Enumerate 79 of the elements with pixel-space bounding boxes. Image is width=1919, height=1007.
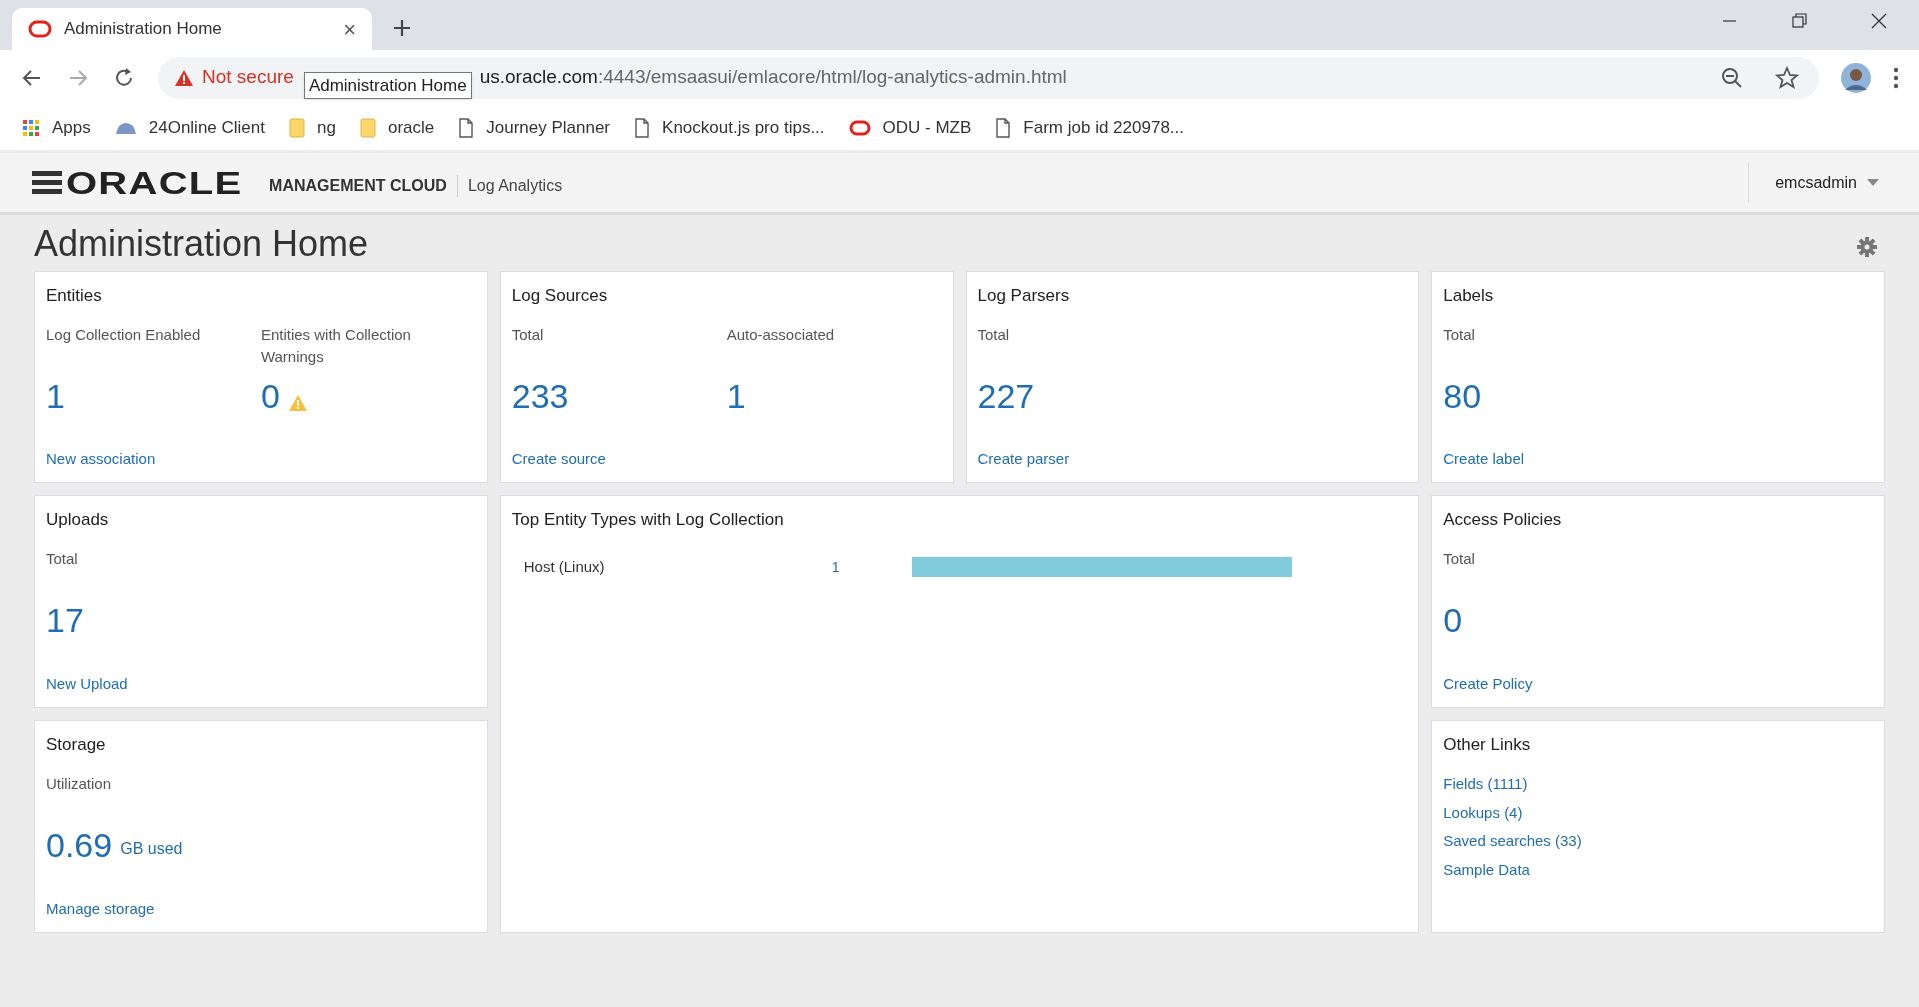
- metric-value: 227: [977, 376, 1035, 416]
- card-link[interactable]: New Upload: [46, 672, 128, 695]
- product-brand: MANAGEMENT CLOUD: [269, 175, 447, 196]
- url-text: us.oracle.com:4443/emsaasui/emlacore/html/log-analytics-admin.html: [479, 65, 1067, 90]
- page-icon: [458, 117, 475, 138]
- card-link[interactable]: Create label: [1443, 447, 1525, 470]
- oracle-logo: ORACLE: [66, 166, 243, 199]
- card-title: Labels: [1443, 285, 1495, 307]
- metric-label: Total: [1443, 325, 1476, 345]
- card-link[interactable]: New association: [46, 447, 156, 470]
- card-title: Access Policies: [1443, 509, 1563, 531]
- bookmark-item[interactable]: 24Online Client: [114, 114, 265, 141]
- settings-icon[interactable]: [1857, 237, 1877, 257]
- metric-label: Log Collection Enabled: [46, 325, 202, 345]
- avatar-icon[interactable]: [1841, 62, 1871, 93]
- ring-logo-icon: [28, 20, 52, 38]
- page-title: Administration Home: [34, 222, 370, 266]
- card-link[interactable]: Create Policy: [1443, 672, 1533, 695]
- metric-label: Total: [1443, 549, 1476, 569]
- ring-logo-icon: [848, 119, 871, 136]
- metric-value: 1: [46, 376, 65, 416]
- warning-icon: [174, 68, 194, 87]
- other-link[interactable]: Sample Data: [1443, 858, 1530, 881]
- metric-value: 0.69: [46, 825, 113, 865]
- card-title: Storage: [46, 734, 107, 756]
- card-title: Entities: [46, 285, 103, 307]
- new-tab-icon[interactable]: [392, 18, 412, 38]
- tab-close-button[interactable]: ×: [343, 12, 356, 46]
- metric-value: 1: [726, 376, 746, 416]
- browser-tab[interactable]: Administration Home ×: [12, 8, 372, 50]
- card-title: Top Entity Types with Log Collection: [511, 509, 785, 531]
- other-link[interactable]: Saved searches (33): [1443, 830, 1582, 853]
- bookmark-item[interactable]: ODU - MZB: [848, 114, 972, 141]
- metric-unit: GB used: [120, 839, 183, 859]
- page-icon: [995, 117, 1012, 138]
- metric-value: 80: [1443, 376, 1482, 416]
- bookmark-item[interactable]: Farm job id 220978...: [995, 114, 1184, 141]
- metric-value: 0: [260, 376, 280, 416]
- metric-label: Total: [511, 325, 545, 345]
- metric-label: Total: [977, 325, 1011, 345]
- address-field[interactable]: Not secure Administration Home us.oracle.com:4443/emsaasui/emlacore/html/log-analytics-admin.html: [158, 56, 1819, 99]
- metric-label: Auto-associated: [726, 325, 836, 345]
- bookmark-item[interactable]: Apps: [22, 114, 91, 141]
- card-link[interactable]: Manage storage: [46, 897, 155, 920]
- bookmark-item[interactable]: Knockout.js pro tips...: [634, 114, 825, 141]
- zoom-out-icon[interactable]: [1721, 66, 1743, 89]
- metric-label: Entities with Collection Warnings: [260, 325, 412, 367]
- folder-icon: [289, 117, 305, 138]
- metric-value: 17: [46, 600, 84, 640]
- card-title: Log Parsers: [977, 285, 1071, 307]
- card-link[interactable]: Create parser: [977, 447, 1070, 470]
- bookmark-item[interactable]: Journey Planner: [458, 114, 611, 141]
- bookmark-item[interactable]: ng: [289, 114, 336, 141]
- other-link[interactable]: Fields (1111): [1443, 773, 1528, 796]
- tooltip: Administration Home: [303, 71, 472, 100]
- menu-icon[interactable]: [32, 169, 62, 196]
- metric-value: 233: [511, 376, 569, 416]
- star-icon[interactable]: [1775, 65, 1799, 90]
- card-title: Uploads: [46, 509, 110, 531]
- caret-icon: [1867, 178, 1879, 187]
- card-title: Log Sources: [511, 285, 609, 307]
- apps-grid-icon: [22, 118, 40, 137]
- user-menu[interactable]: emcsadmin: [1775, 170, 1879, 195]
- metric-label: Utilization: [46, 774, 113, 794]
- metric-label: Total: [46, 549, 79, 569]
- entity-type-label: Host (Linux): [522, 557, 606, 577]
- card-title: Other Links: [1443, 734, 1532, 756]
- security-status: Not secure: [202, 65, 294, 90]
- card-link[interactable]: Create source: [511, 447, 606, 470]
- folder-icon: [359, 117, 376, 138]
- other-link[interactable]: Lookups (4): [1443, 801, 1523, 824]
- bookmark-item[interactable]: oracle: [359, 114, 435, 141]
- menu-icon[interactable]: [1893, 66, 1899, 89]
- metric-value: 0: [1443, 600, 1463, 640]
- product-name: Log Analytics: [467, 175, 563, 196]
- entity-count: 1: [831, 557, 841, 577]
- cloud-icon: [114, 120, 137, 135]
- tab-title: Administration Home: [64, 18, 223, 41]
- page-icon: [634, 117, 651, 138]
